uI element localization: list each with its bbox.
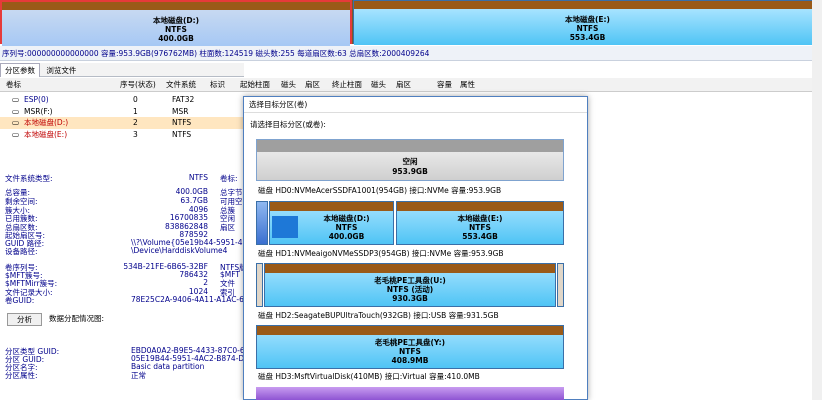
disk-info-line: 序列号:000000000000000 容量:953.9GB(976762MB)… <box>0 46 822 61</box>
vertical-scrollbar[interactable] <box>812 0 822 400</box>
select-target-dialog: 选择目标分区(卷) 请选择目标分区(或卷): 空闲 953.9GB 磁盘 HD0… <box>243 96 588 400</box>
segment-d[interactable]: 本地磁盘(D:) NTFS 400.0GB <box>269 201 394 245</box>
tab-browse-files[interactable]: 浏览文件 <box>42 64 80 77</box>
partition-icon: ▭ <box>12 118 20 127</box>
table-row[interactable]: ▭ 本地磁盘(E:) 3 NTFS <box>0 129 244 141</box>
fs-type-value: NTFS <box>188 173 208 182</box>
disk-hd1[interactable]: 本地磁盘(D:) NTFS 400.0GB 本地磁盘(E:) NTFS 553.… <box>256 201 564 245</box>
segment-esp[interactable] <box>256 201 268 245</box>
segment-size: 953.9GB <box>392 167 428 176</box>
disk-hd3-info: 磁盘 HD3:MsftVirtualDisk(410MB) 接口:Virtual… <box>258 372 480 381</box>
col-header[interactable]: 磁头 <box>281 78 296 92</box>
disk-hd4-partial[interactable] <box>256 387 564 400</box>
disk-hd3[interactable]: 老毛桃PE工具盘(Y:) NTFS 408.9MB <box>256 325 564 369</box>
disk-hd1-info: 磁盘 HD1:NVMeaigoNVMeSSDP3(954GB) 接口:NVMe … <box>258 249 504 258</box>
partition-size: 400.0GB <box>158 34 194 43</box>
table-header: 卷标 序号(状态) 文件系统 标识 起始柱面 磁头 扇区 终止柱面 磁头 扇区 … <box>0 78 822 92</box>
partition-block-e[interactable]: 本地磁盘(E:) NTFS 553.4GB <box>353 0 822 45</box>
disk-hd2[interactable]: 老毛桃PE工具盘(U:) NTFS (活动) 930.3GB <box>256 263 564 307</box>
partition-size: 553.4GB <box>569 33 606 42</box>
partition-name: 本地磁盘(E:) <box>565 15 610 24</box>
col-header[interactable]: 属性 <box>460 78 475 92</box>
tab-bar: 分区参数 浏览文件 <box>0 63 244 77</box>
segment-u[interactable]: 老毛桃PE工具盘(U:) NTFS (活动) 930.3GB <box>264 263 556 307</box>
partition-fs: NTFS <box>165 25 187 34</box>
disk-hd0[interactable]: 空闲 953.9GB <box>256 139 564 181</box>
segment-y[interactable]: 老毛桃PE工具盘(Y:) NTFS 408.9MB <box>256 325 564 369</box>
dialog-title: 选择目标分区(卷) <box>244 97 587 113</box>
partition-icon: ▭ <box>12 130 20 139</box>
tab-partition-params[interactable]: 分区参数 <box>0 63 40 77</box>
table-row[interactable]: ▭ 本地磁盘(D:) 2 NTFS <box>0 117 244 129</box>
windows-logo-icon <box>272 216 298 238</box>
segment-e[interactable]: 本地磁盘(E:) NTFS 553.4GB <box>396 201 564 245</box>
col-header[interactable]: 文件系统 <box>166 78 196 92</box>
fs-type-label: 文件系统类型: <box>5 174 53 183</box>
col-header[interactable]: 扇区 <box>396 78 411 92</box>
allocation-label: 数据分配情况图: <box>49 314 105 323</box>
col-header[interactable]: 卷标 <box>6 78 21 92</box>
col-header[interactable]: 终止柱面 <box>332 78 362 92</box>
volume-label: 卷标: <box>220 174 238 183</box>
disk-hd0-info: 磁盘 HD0:NVMeAcerSSDFA1001(954GB) 接口:NVMe … <box>258 186 502 195</box>
partition-name: 本地磁盘(D:) <box>152 16 200 25</box>
col-header[interactable]: 起始柱面 <box>240 78 270 92</box>
col-header[interactable]: 序号(状态) <box>120 78 156 92</box>
col-header[interactable]: 标识 <box>210 78 225 92</box>
partition-icon: ▭ <box>12 95 20 104</box>
col-header[interactable]: 磁头 <box>371 78 386 92</box>
table-row[interactable]: ▭ ESP(0) 0 FAT32 <box>0 94 244 106</box>
col-header[interactable]: 容量 <box>437 78 452 92</box>
dialog-subtitle: 请选择目标分区(或卷): <box>250 120 326 129</box>
partition-block-d[interactable]: 本地磁盘(D:) NTFS 400.0GB <box>0 0 352 46</box>
segment-name: 空闲 <box>402 157 418 166</box>
disk-hd2-info: 磁盘 HD2:SeagateBUPUltraTouch(932GB) 接口:US… <box>258 311 499 320</box>
analyze-button[interactable]: 分析 <box>7 313 42 326</box>
partition-fs: NTFS <box>576 24 599 33</box>
col-header[interactable]: 扇区 <box>305 78 320 92</box>
